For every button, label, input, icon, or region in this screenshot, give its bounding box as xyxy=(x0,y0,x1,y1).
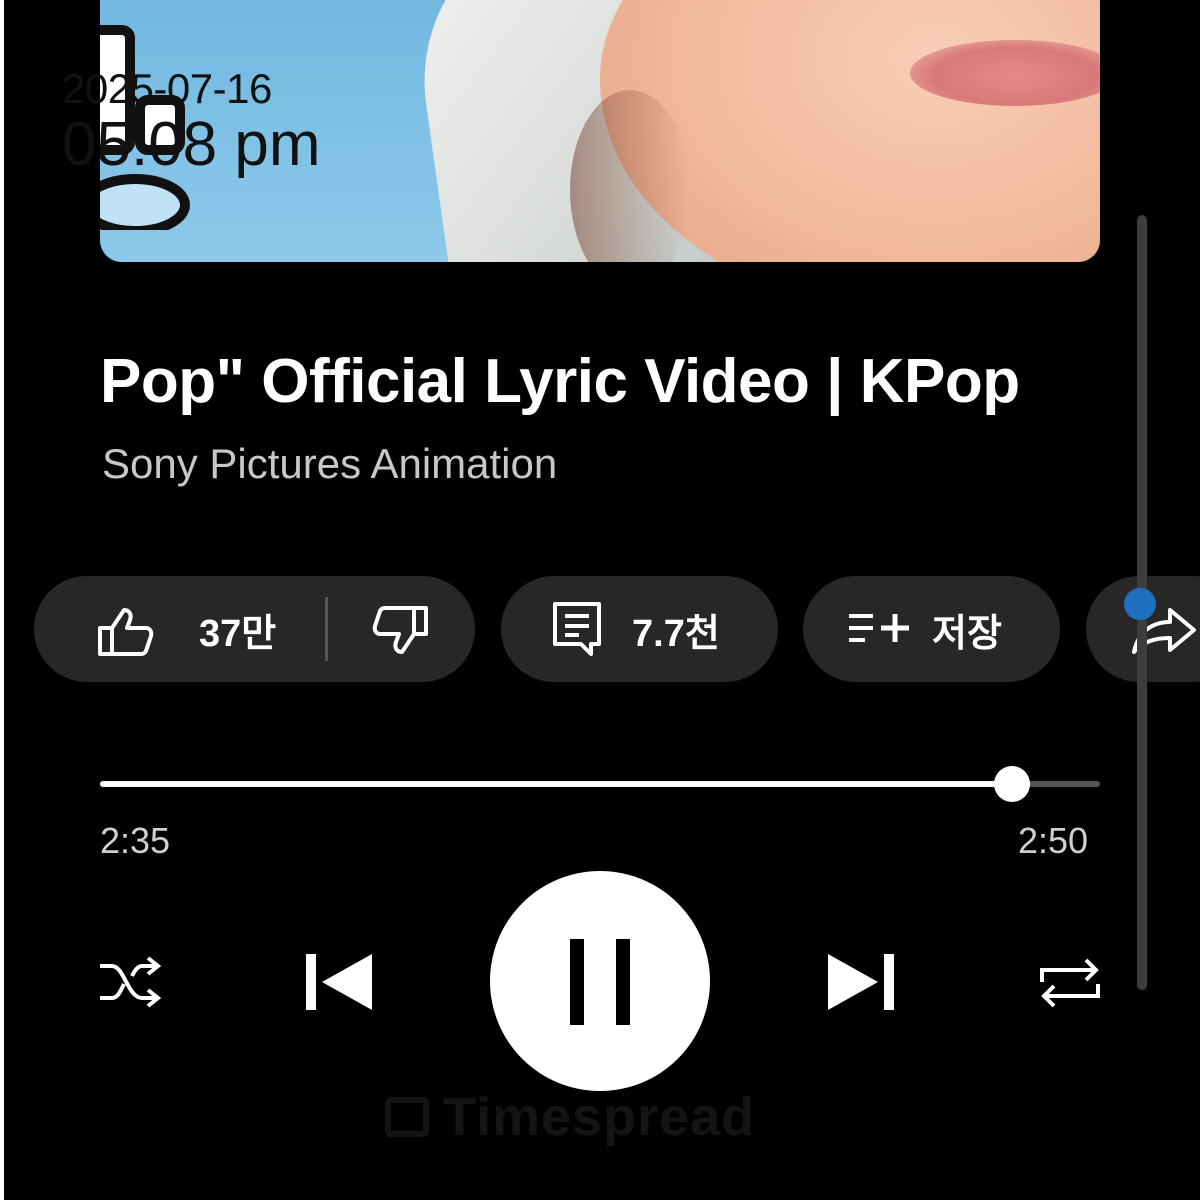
save-chip[interactable]: 저장 xyxy=(803,576,1060,682)
pause-icon xyxy=(570,939,630,1025)
elapsed-time: 2:35 xyxy=(100,820,171,861)
like-icon[interactable] xyxy=(96,606,154,658)
save-label: 저장 xyxy=(932,612,1002,655)
comment-chip[interactable]: 7.7천 xyxy=(501,576,778,682)
comment-count: 7.7천 xyxy=(632,612,720,655)
watermark-text: Timespread xyxy=(443,1087,756,1147)
next-icon[interactable] xyxy=(824,952,896,1012)
total-time: 2:50 xyxy=(1018,820,1089,861)
shuffle-icon[interactable] xyxy=(98,952,164,1012)
overlay-date: 2025-07-16 xyxy=(62,65,272,112)
save-playlist-icon xyxy=(849,614,909,642)
repeat-icon[interactable] xyxy=(1036,954,1104,1012)
video-title[interactable]: Pop" Official Lyric Video | KPop xyxy=(100,346,1100,426)
previous-icon[interactable] xyxy=(304,952,376,1012)
screen-edge xyxy=(0,0,4,1200)
timestamp-overlay: 2025-07-16 05:08 pm xyxy=(62,66,321,178)
progress-knob[interactable] xyxy=(994,766,1030,802)
like-dislike-chip: 37만 xyxy=(34,576,475,682)
comment-icon xyxy=(553,602,601,656)
scroll-indicator-dot[interactable] xyxy=(1124,588,1156,620)
progress-fill xyxy=(100,781,1012,787)
dislike-icon[interactable] xyxy=(372,604,430,656)
pause-button[interactable] xyxy=(490,871,710,1091)
progress-track[interactable] xyxy=(100,781,1100,787)
chip-divider xyxy=(325,597,328,661)
watermark-icon xyxy=(385,1097,429,1137)
like-count[interactable]: 37만 xyxy=(199,602,276,657)
overlay-time: 05:08 pm xyxy=(62,110,321,179)
channel-name[interactable]: Sony Pictures Animation xyxy=(102,440,557,488)
watermark: Timespread xyxy=(385,1086,755,1148)
